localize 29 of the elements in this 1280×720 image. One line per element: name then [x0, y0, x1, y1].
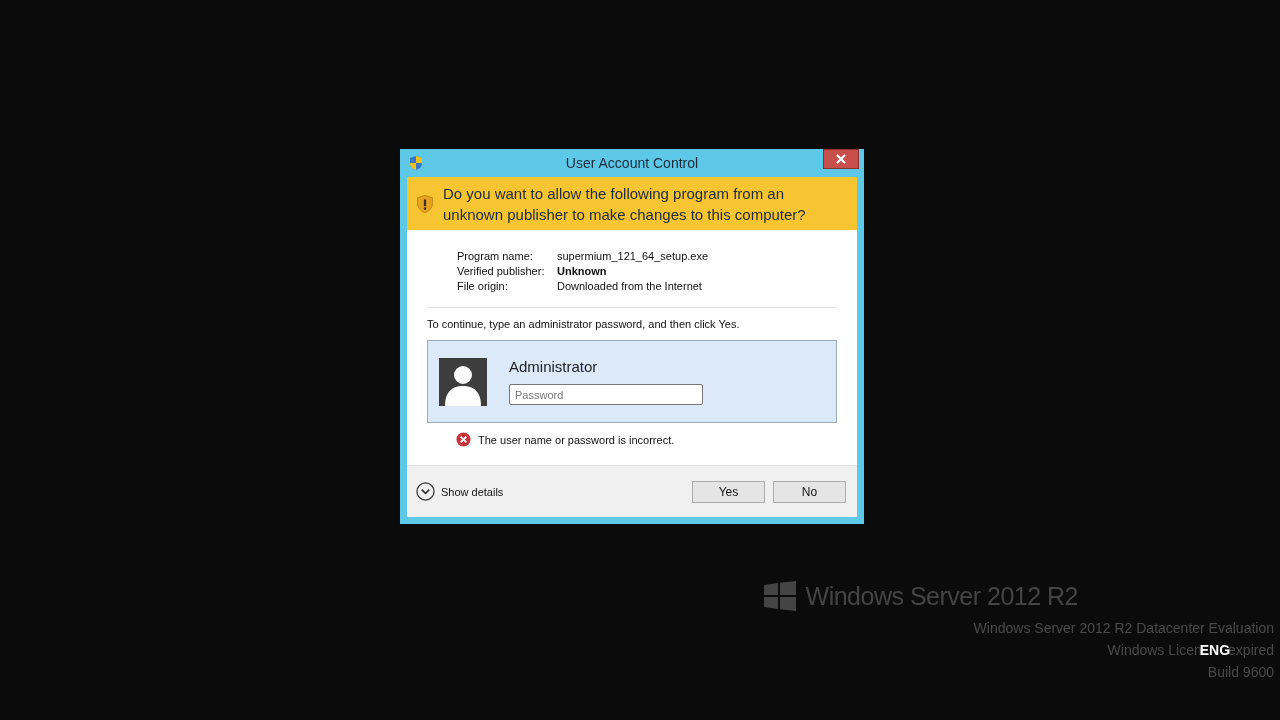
watermark-text: Windows Licen — [1107, 642, 1202, 658]
window-title: User Account Control — [565, 155, 699, 171]
chevron-circle-icon — [416, 482, 435, 501]
shield-icon — [409, 155, 423, 171]
language-indicator[interactable]: ENG — [1199, 642, 1231, 658]
instruction-text: To continue, type an administrator password, and then click Yes. — [427, 318, 741, 330]
windows-logo-icon — [763, 581, 796, 611]
watermark-text: expired — [1228, 642, 1274, 658]
account-tile[interactable]: Administrator Password — [427, 340, 837, 423]
detail-label: Program name: — [457, 250, 534, 262]
detail-value: Unknown — [557, 265, 608, 277]
show-details-button[interactable]: Show details — [416, 482, 504, 501]
detail-label: Verified publisher: — [457, 265, 546, 277]
close-icon — [836, 154, 846, 164]
dialog-button[interactable]: Yes — [692, 480, 765, 503]
password-field[interactable]: Password — [509, 384, 703, 405]
prompt-question: Do you want to allow the following program from an unknown publisher to make changes to this computer? — [443, 183, 807, 225]
user-avatar-icon — [439, 358, 487, 406]
detail-label: File origin: — [457, 280, 509, 292]
detail-value: Downloaded from the Internet — [557, 280, 703, 292]
error-icon — [456, 432, 471, 447]
close-button[interactable] — [823, 149, 859, 169]
account-name: Administrator — [509, 358, 599, 375]
error-message: The user name or password is incorrect. — [478, 433, 675, 446]
dialog-button[interactable]: No — [773, 480, 846, 503]
logo-text: Windows Server 2012 R2 — [805, 581, 1078, 611]
watermark-text: Windows Server 2012 R2 Datacenter Evaluation — [973, 620, 1274, 636]
watermark-text: Build 9600 — [1207, 664, 1274, 680]
detail-value: supermium_121_64_setup.exe — [557, 250, 709, 262]
